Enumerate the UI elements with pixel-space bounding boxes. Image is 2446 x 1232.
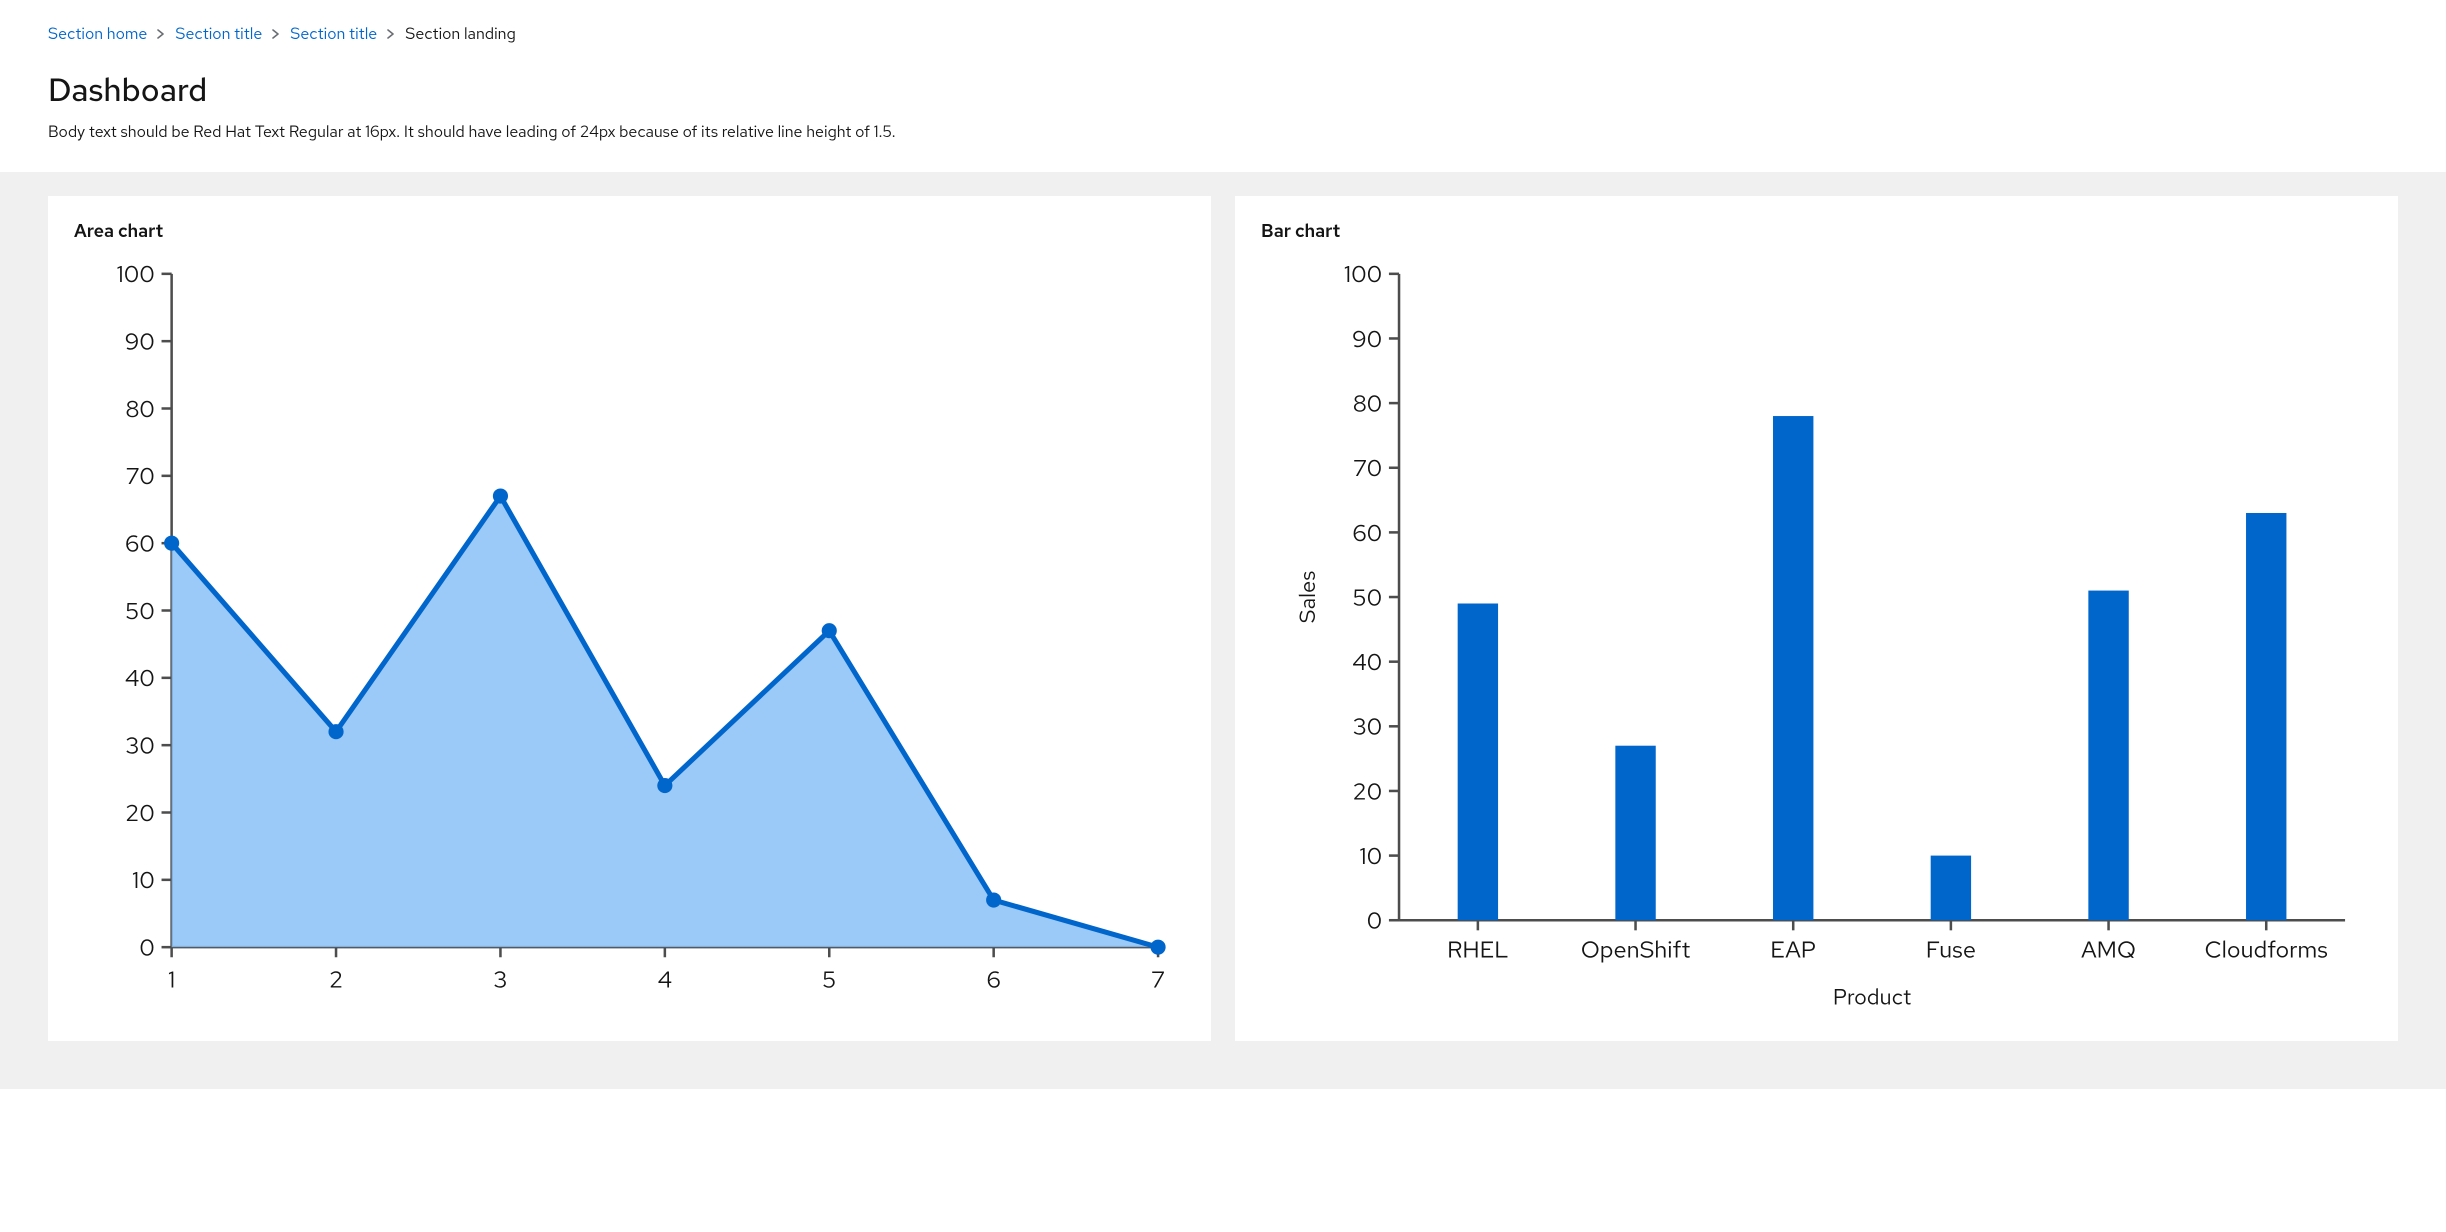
x-tick-label: 5 <box>822 965 836 996</box>
data-point <box>164 536 179 551</box>
y-tick-label: 90 <box>125 327 155 358</box>
y-tick-label: 20 <box>125 798 155 829</box>
y-tick-label: 40 <box>1352 647 1382 678</box>
page-title: Dashboard <box>48 66 2398 114</box>
page-description: Body text should be Red Hat Text Regular… <box>48 120 2398 144</box>
y-tick-label: 80 <box>125 394 154 425</box>
data-point <box>822 623 837 638</box>
y-tick-label: 10 <box>1359 841 1382 872</box>
data-point <box>657 778 672 793</box>
x-tick-label: 6 <box>987 965 1001 996</box>
breadcrumb: Section home Section title Section title… <box>48 18 2398 56</box>
x-tick-label: OpenShift <box>1581 934 1691 965</box>
bar-chart: 0 10 20 30 40 50 60 70 80 90 100 RHEL OpenShift EAP Fu… <box>1261 257 2372 1015</box>
y-tick-label: 90 <box>1352 324 1382 355</box>
data-point <box>986 892 1001 907</box>
content-area: Area chart 01020304050607080901001234567… <box>0 172 2446 1089</box>
breadcrumb-link[interactable]: Section title <box>175 22 262 46</box>
bar <box>2246 513 2286 920</box>
y-tick-label: 60 <box>1353 518 1383 549</box>
y-tick-label: 40 <box>125 663 155 694</box>
page-header: Section home Section title Section title… <box>0 0 2446 172</box>
y-tick-label: 0 <box>1367 906 1383 937</box>
x-tick-label: AMQ <box>2081 934 2136 965</box>
x-tick-label: EAP <box>1770 934 1816 965</box>
y-tick-label: 30 <box>1353 712 1382 743</box>
y-tick-label: 30 <box>125 731 154 762</box>
breadcrumb-link[interactable]: Section home <box>48 22 147 46</box>
card-title: Area chart <box>74 218 1185 245</box>
breadcrumb-link[interactable]: Section title <box>290 22 377 46</box>
area-chart-card: Area chart 0 10 20 30 40 50 60 70 80 90 100 1 2 3 4 5 6 7 <box>48 196 1211 1041</box>
y-tick-label: 70 <box>126 461 155 492</box>
x-tick-label: 3 <box>493 965 507 996</box>
x-tick-label: 7 <box>1151 965 1165 996</box>
y-axis-label: Sales <box>1293 571 1322 624</box>
y-tick-label: 50 <box>1353 582 1383 613</box>
data-point <box>493 488 508 503</box>
y-tick-label: 20 <box>1353 776 1383 807</box>
y-tick-label: 70 <box>1353 453 1382 484</box>
y-tick-label: 100 <box>1344 259 1382 290</box>
breadcrumb-current: Section landing <box>405 22 516 46</box>
y-tick-label: 100 <box>116 259 154 290</box>
bar <box>2088 591 2128 921</box>
y-tick-label: 60 <box>125 529 155 560</box>
x-tick-label: Fuse <box>1926 934 1976 965</box>
x-tick-label: Cloudforms <box>2205 934 2328 965</box>
y-tick-label: 80 <box>1353 389 1382 420</box>
bar <box>1931 856 1971 921</box>
x-tick-label: 4 <box>658 965 673 996</box>
data-point <box>328 724 343 739</box>
bar-chart-svg: 0 10 20 30 40 50 60 70 80 90 100 RHEL OpenShift EAP Fu… <box>1261 257 2372 1015</box>
area-fill <box>172 496 1158 947</box>
chevron-right-icon <box>157 29 165 39</box>
bar-chart-card: Bar chart 0 10 20 30 40 50 60 70 80 90 100 RHEL Open… <box>1235 196 2398 1041</box>
bar <box>1615 746 1655 921</box>
data-point <box>1150 940 1165 955</box>
area-chart: 0 10 20 30 40 50 60 70 80 90 100 1 2 3 4 5 6 7 <box>74 257 1185 1015</box>
x-tick-label: 2 <box>329 965 343 996</box>
bar <box>1773 416 1813 920</box>
chevron-right-icon <box>387 29 395 39</box>
y-tick-label: 10 <box>132 865 155 896</box>
chevron-right-icon <box>272 29 280 39</box>
y-tick-label: 0 <box>139 933 155 964</box>
bar <box>1458 603 1498 920</box>
card-title: Bar chart <box>1261 218 2372 245</box>
area-chart-svg: 0 10 20 30 40 50 60 70 80 90 100 1 2 3 4 5 6 7 <box>74 257 1185 1015</box>
x-axis-label: Product <box>1833 982 1911 1011</box>
card-row: Area chart 01020304050607080901001234567… <box>48 196 2398 1041</box>
x-tick-label: RHEL <box>1447 934 1508 965</box>
y-tick-label: 50 <box>125 596 155 627</box>
x-tick-label: 1 <box>168 965 175 996</box>
